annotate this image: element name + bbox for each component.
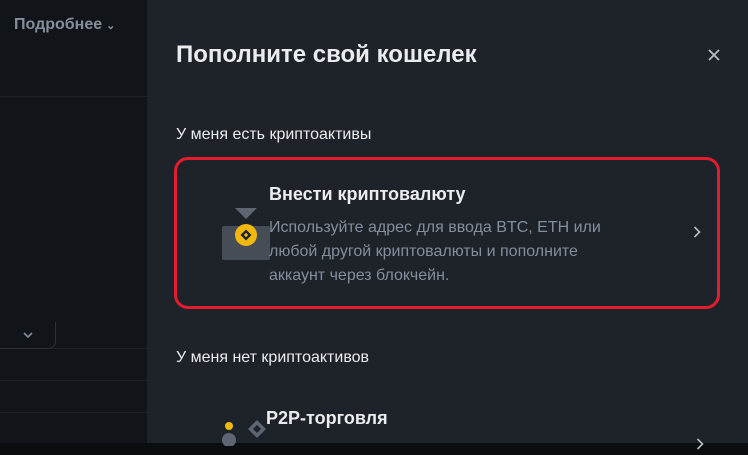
deposit-crypto-title: Внести криптовалюту [269, 184, 466, 204]
chevron-right-icon [696, 434, 704, 455]
section-label-have-crypto: У меня есть криптоактивы [176, 126, 372, 143]
p2p-icon [219, 416, 267, 447]
more-menu[interactable]: Подробнее ⌄ [14, 16, 115, 34]
deposit-crypto-description: Используйте адрес для ввода BTC, ETH или… [269, 219, 601, 284]
close-icon [708, 49, 720, 61]
collapse-toggle[interactable] [0, 322, 56, 349]
divider [0, 380, 147, 381]
divider [0, 412, 147, 413]
p2p-trading-title: P2P-торговля [266, 408, 388, 428]
deposit-coin-icon [222, 208, 270, 260]
divider [0, 96, 147, 97]
chevron-right-icon [693, 222, 701, 243]
close-button[interactable] [702, 43, 726, 67]
chevron-down-icon: ⌄ [106, 20, 116, 32]
p2p-trading-option[interactable]: P2P-торговля [174, 390, 720, 450]
deposit-drawer: Пополните свой кошелек У меня есть крипт… [147, 0, 748, 450]
deposit-crypto-option[interactable]: Внести криптовалюту Используйте адрес дл… [174, 157, 720, 309]
background-page: Подробнее ⌄ [0, 0, 147, 443]
section-label-no-crypto: У меня нет криптоактивов [176, 349, 370, 366]
drawer-title: Пополните свой кошелек [176, 41, 477, 68]
chevron-down-icon [22, 332, 33, 338]
more-menu-label: Подробнее [14, 16, 103, 33]
